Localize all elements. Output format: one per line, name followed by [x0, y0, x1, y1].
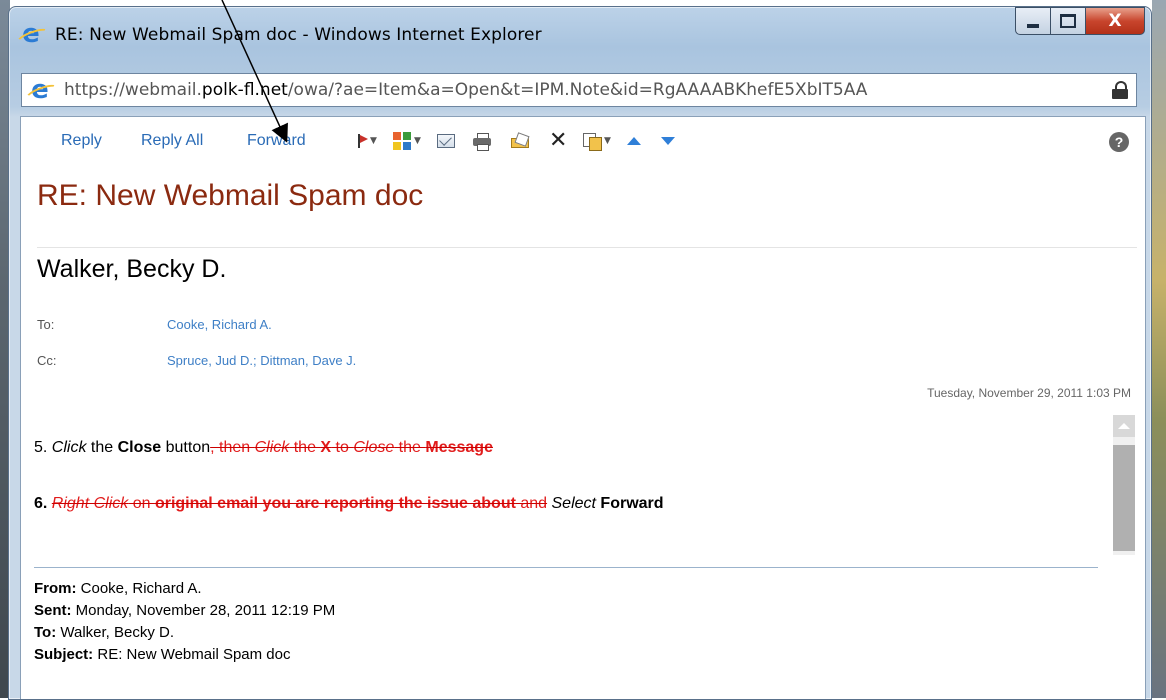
- next-item-button[interactable]: [661, 131, 675, 151]
- message-pane: Reply Reply All Forward ▼ ▼ ✕ ▼ ? RE: Ne…: [20, 116, 1146, 699]
- step5-the: the: [86, 439, 118, 456]
- quoted-from: From: Cooke, Richard A.: [34, 580, 202, 597]
- chevron-down-icon: ▼: [604, 136, 611, 146]
- forward-button[interactable]: Forward: [247, 132, 306, 150]
- caption-buttons: X: [1015, 7, 1145, 35]
- copy-button[interactable]: ▼: [583, 131, 611, 151]
- url-path: /owa/?ae=Item&a=Open&t=IPM.Note&id=RgAAA…: [287, 80, 868, 100]
- copy-icon: [583, 133, 602, 151]
- minimize-button[interactable]: [1015, 7, 1051, 35]
- step5-close: Close: [117, 439, 162, 456]
- chevron-down-icon: ▼: [370, 136, 377, 146]
- printer-icon: [473, 133, 491, 151]
- categories-icon: [393, 132, 411, 150]
- delete-x-icon: ✕: [549, 128, 568, 153]
- to-recipient[interactable]: Cooke, Richard A.: [167, 317, 272, 332]
- chevron-down-icon: ▼: [414, 136, 421, 146]
- flag-icon: [357, 134, 368, 148]
- envelope-icon: [437, 134, 455, 148]
- body-step-6: 6. Right Click on original email you are…: [34, 495, 664, 513]
- title-bar[interactable]: e RE: New Webmail Spam doc - Windows Int…: [9, 7, 1151, 57]
- step5-number: 5.: [34, 439, 52, 456]
- up-arrow-icon: [627, 137, 641, 145]
- step5-struck-text: , then Click the X to Close the Message: [210, 439, 493, 456]
- message-subject: RE: New Webmail Spam doc: [37, 179, 424, 212]
- flag-button[interactable]: ▼: [357, 131, 377, 151]
- mark-unread-button[interactable]: [437, 131, 455, 151]
- scroll-up-icon: [1118, 423, 1130, 429]
- body-step-5: 5. Click the Close button, then Click th…: [34, 439, 493, 457]
- subject-divider: [37, 247, 1137, 248]
- close-icon: X: [1108, 11, 1122, 31]
- message-datetime: Tuesday, November 29, 2011 1:03 PM: [927, 386, 1131, 400]
- previous-item-button[interactable]: [627, 131, 641, 151]
- scroll-thumb[interactable]: [1113, 445, 1135, 551]
- close-window-button[interactable]: X: [1086, 7, 1145, 35]
- url-text[interactable]: https://webmail.polk-fl.net/owa/?ae=Item…: [64, 80, 867, 100]
- print-button[interactable]: [473, 131, 491, 151]
- down-arrow-icon: [661, 137, 675, 145]
- to-label: To:: [37, 317, 55, 332]
- reply-button[interactable]: Reply: [61, 132, 102, 150]
- url-domain: polk-fl.net: [201, 80, 288, 100]
- step5-click: Click: [51, 439, 87, 456]
- step6-select: Select: [547, 495, 596, 512]
- quoted-sent: Sent: Monday, November 28, 2011 12:19 PM: [34, 602, 336, 619]
- window-title: RE: New Webmail Spam doc - Windows Inter…: [55, 25, 542, 45]
- message-sender[interactable]: Walker, Becky D.: [37, 255, 226, 284]
- reply-all-button[interactable]: Reply All: [141, 132, 203, 150]
- cc-label: Cc:: [37, 353, 57, 368]
- ie-logo-icon: e: [19, 21, 43, 47]
- url-scheme: https://webmail.: [64, 80, 202, 100]
- categorize-button[interactable]: ▼: [393, 131, 421, 151]
- minimize-icon: [1027, 24, 1039, 28]
- address-bar[interactable]: e https://webmail.polk-fl.net/owa/?ae=It…: [21, 73, 1137, 107]
- lock-icon[interactable]: [1112, 81, 1128, 99]
- scroll-up-button[interactable]: [1113, 415, 1135, 437]
- message-toolbar: Reply Reply All Forward ▼ ▼ ✕ ▼ ?: [21, 117, 1145, 169]
- background-right-edge: [1152, 0, 1166, 698]
- ie-page-icon: e: [28, 77, 52, 103]
- move-folder-icon: [511, 132, 530, 148]
- delete-button[interactable]: ✕: [549, 128, 568, 153]
- step6-struck-text: Right Click on original email you are re…: [51, 495, 548, 512]
- step5-button: button: [161, 439, 211, 456]
- quoted-subject: Subject: RE: New Webmail Spam doc: [34, 646, 291, 663]
- maximize-icon: [1060, 14, 1076, 28]
- maximize-button[interactable]: [1051, 7, 1086, 35]
- quote-separator: [34, 567, 1098, 568]
- step6-number: 6.: [34, 495, 52, 512]
- quoted-to: To: Walker, Becky D.: [34, 624, 175, 641]
- cc-recipients[interactable]: Spruce, Jud D.; Dittman, Dave J.: [167, 353, 356, 368]
- step6-forward: Forward: [595, 495, 664, 512]
- move-to-folder-button[interactable]: [511, 131, 530, 151]
- help-icon[interactable]: ?: [1109, 132, 1129, 152]
- message-scrollbar[interactable]: [1113, 415, 1135, 555]
